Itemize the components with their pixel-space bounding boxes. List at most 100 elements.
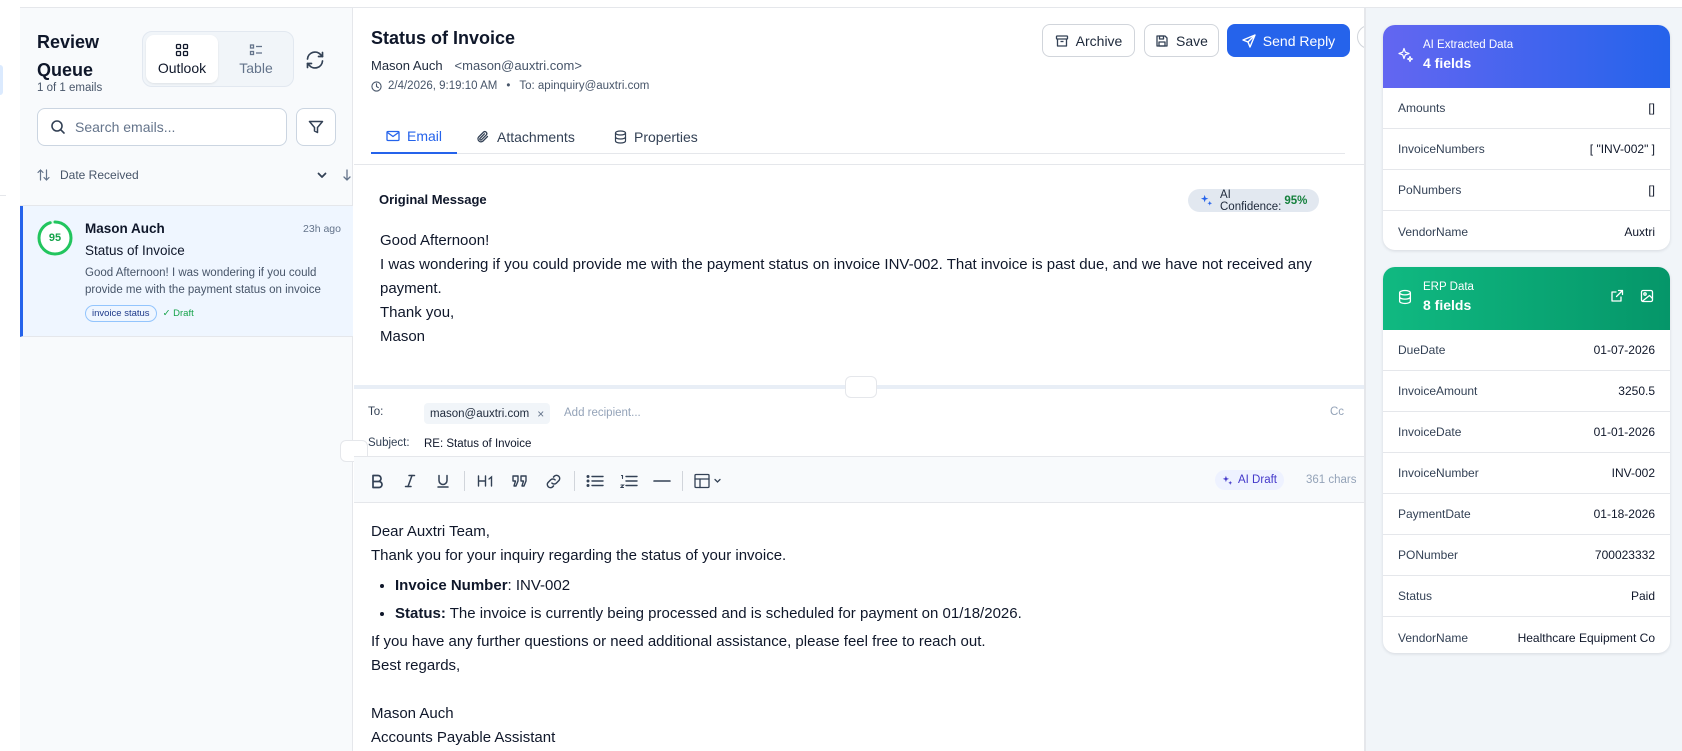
table-button[interactable] xyxy=(692,470,726,492)
meta-line: 2/4/2026, 9:19:10 AM • To: apinquiry@aux… xyxy=(371,80,649,92)
email-title: Status of Invoice xyxy=(371,28,516,48)
italic-button[interactable] xyxy=(399,470,421,492)
external-link-icon[interactable] xyxy=(1610,289,1624,303)
bold-button[interactable] xyxy=(366,470,388,492)
field-key: PaymentDate xyxy=(1398,507,1471,521)
send-label: Send Reply xyxy=(1262,32,1336,49)
quote-button[interactable] xyxy=(509,470,531,492)
toolbar-divider xyxy=(464,471,465,491)
field-key: InvoiceAmount xyxy=(1398,384,1478,398)
category-tag: invoice status xyxy=(85,305,157,322)
bold-icon xyxy=(369,473,385,489)
from-email: <mason@auxtri.com> xyxy=(454,58,582,73)
erp-card-count: 8 fields xyxy=(1423,297,1472,313)
rail-divider xyxy=(0,195,6,196)
ai-card-header: AI Extracted Data 4 fields xyxy=(1383,25,1670,88)
email-tabs: Email Attachments Properties xyxy=(371,120,1345,154)
grid-icon xyxy=(175,43,189,57)
ai-extracted-card: AI Extracted Data 4 fields Amounts [] Inv… xyxy=(1383,25,1670,250)
editor-toolbar: AI Draft 361 chars xyxy=(354,457,1364,503)
database-icon xyxy=(614,130,627,144)
from-line: Mason Auch <mason@auxtri.com> xyxy=(371,58,582,73)
numbered-list-icon xyxy=(620,474,638,488)
reply-intro: Thank you for your inquiry regarding the… xyxy=(371,547,787,564)
heading-button[interactable] xyxy=(475,470,497,492)
view-table-label: Table xyxy=(239,59,273,76)
numbered-list-button[interactable] xyxy=(618,470,640,492)
reply-bullet: Invoice Number: INV-002 xyxy=(395,572,1341,600)
tab-email[interactable]: Email xyxy=(371,120,457,154)
archive-button[interactable]: Archive xyxy=(1042,24,1135,57)
link-button[interactable] xyxy=(542,470,564,492)
refresh-button[interactable] xyxy=(303,48,327,72)
heading-icon xyxy=(477,474,495,488)
ai-card-title: AI Extracted Data xyxy=(1423,39,1514,51)
tab-attachments-label: Attachments xyxy=(497,129,575,145)
original-message-label: Original Message xyxy=(379,192,487,207)
underline-icon xyxy=(435,473,451,489)
horizontal-rule-button[interactable] xyxy=(651,470,673,492)
save-label: Save xyxy=(1176,32,1208,49)
field-key: PoNumbers xyxy=(1398,183,1462,197)
erp-field-row: PaymentDate 01-18-2026 xyxy=(1383,494,1670,535)
cc-toggle[interactable]: Cc xyxy=(1330,406,1344,418)
tab-attachments[interactable]: Attachments xyxy=(476,120,575,154)
paperclip-icon xyxy=(476,130,490,144)
view-outlook-label: Outlook xyxy=(157,59,207,76)
bullet-list-icon xyxy=(586,474,604,488)
mail-icon xyxy=(386,130,400,142)
bullet-list-button[interactable] xyxy=(584,470,606,492)
ai-confidence-label: AI Confidence: xyxy=(1220,188,1282,213)
draft-status: ✓ Draft xyxy=(162,308,194,319)
field-key: Status xyxy=(1398,589,1433,603)
add-recipient-input[interactable] xyxy=(564,401,1064,425)
search-input[interactable] xyxy=(75,119,275,135)
email-time: 23h ago xyxy=(303,223,341,235)
sort-row[interactable]: Date Received xyxy=(37,165,351,185)
body-line: Mason xyxy=(380,328,426,345)
reply-signature-name: Mason Auch xyxy=(371,705,454,722)
field-value: 700023332 xyxy=(1594,548,1655,562)
data-panel: AI Extracted Data 4 fields Amounts [] Inv… xyxy=(1366,8,1682,751)
splitter-handle[interactable] xyxy=(845,376,877,398)
filter-button[interactable] xyxy=(296,108,336,146)
ai-confidence-badge: AI Confidence: 95% xyxy=(1188,188,1320,213)
rail-active-marker xyxy=(0,65,3,95)
subject-input[interactable] xyxy=(424,433,1024,455)
reply-closing: If you have any further questions or nee… xyxy=(371,633,986,650)
chevron-down-icon[interactable] xyxy=(316,169,328,181)
erp-card-title: ERP Data xyxy=(1423,281,1474,293)
sort-label: Date Received xyxy=(60,168,139,182)
save-button[interactable]: Save xyxy=(1144,24,1219,57)
ai-field-row: Amounts [] xyxy=(1383,88,1670,129)
meta-dot: • xyxy=(506,80,511,92)
view-table-button[interactable]: Table xyxy=(220,35,292,83)
field-key: InvoiceNumber xyxy=(1398,466,1479,480)
send-reply-button[interactable]: Send Reply xyxy=(1227,24,1350,57)
char-count: 361 chars xyxy=(1306,474,1357,486)
header-divider xyxy=(354,164,1364,165)
image-icon[interactable] xyxy=(1640,289,1654,303)
body-line: Thank you, xyxy=(380,304,455,321)
reply-editor[interactable]: Dear Auxtri Team, Thank you for your inq… xyxy=(371,520,1341,750)
ai-card-count: 4 fields xyxy=(1423,55,1472,71)
view-outlook-button[interactable]: Outlook xyxy=(146,35,218,83)
field-key: VendorName xyxy=(1398,224,1469,239)
reply-to-row: To: mason@auxtri.com × Cc xyxy=(354,401,1364,425)
archive-label: Archive xyxy=(1075,32,1123,49)
email-tags: invoice status ✓ Draft xyxy=(85,305,194,322)
field-key: InvoiceNumbers xyxy=(1398,142,1485,156)
email-list-item[interactable]: 95 Mason Auch 23h ago Status of Invoice … xyxy=(20,206,353,337)
tab-properties[interactable]: Properties xyxy=(614,120,698,154)
link-icon xyxy=(545,473,562,490)
remove-recipient-icon[interactable]: × xyxy=(537,407,544,421)
reply-bullet: Status: The invoice is currently being p… xyxy=(395,600,1341,628)
arrow-down-icon[interactable] xyxy=(342,169,352,181)
recipient-email: mason@auxtri.com xyxy=(430,407,530,420)
field-key: VendorName xyxy=(1398,630,1469,645)
underline-button[interactable] xyxy=(432,470,454,492)
field-key: InvoiceDate xyxy=(1398,425,1462,439)
email-to: To: apinquiry@auxtri.com xyxy=(519,80,650,92)
search-box xyxy=(37,108,287,146)
